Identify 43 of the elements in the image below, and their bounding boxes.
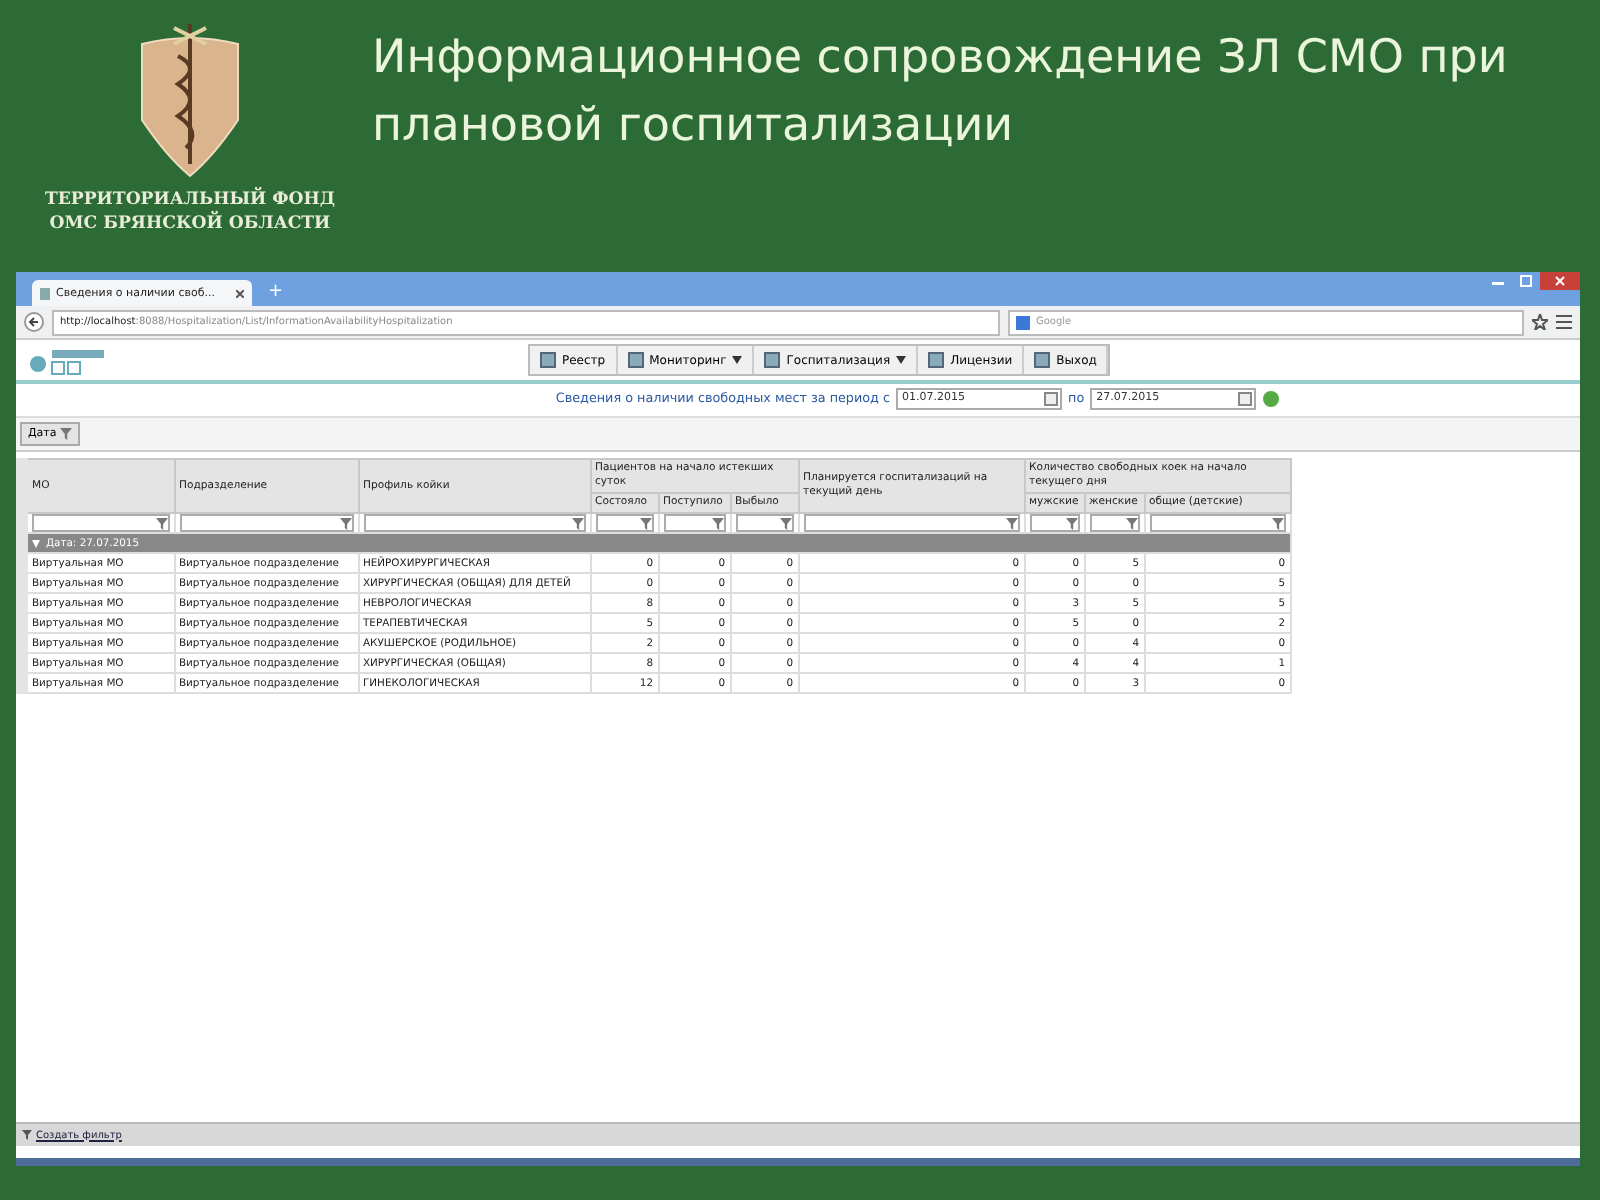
calendar-icon[interactable]: [1044, 391, 1059, 405]
back-icon[interactable]: [24, 312, 44, 332]
slide-title: Информационное сопровождение ЗЛ СМО при плановой госпитализации: [372, 30, 1510, 156]
filter-icon[interactable]: [639, 517, 651, 529]
page-icon: [40, 287, 50, 299]
filter-icon[interactable]: [1065, 517, 1078, 529]
filter-field[interactable]: [595, 515, 653, 531]
search-engine-icon: [1016, 315, 1030, 329]
menu-item-icon: [928, 352, 945, 368]
menu-item-icon: [1034, 352, 1051, 368]
filter-field[interactable]: [32, 515, 169, 531]
filter-field[interactable]: [1149, 515, 1286, 531]
filter-field[interactable]: [663, 515, 725, 531]
organization-name: ТЕРРИТОРИАЛЬНЫЙ ФОНД ОМС БРЯНСКОЙ ОБЛАСТИ: [44, 188, 336, 236]
close-icon[interactable]: [1540, 272, 1580, 290]
filter-field[interactable]: [363, 515, 585, 531]
caret-icon: [896, 356, 907, 364]
filter-field[interactable]: [1029, 515, 1080, 531]
close-icon[interactable]: [236, 289, 244, 297]
caret-icon: [732, 356, 743, 364]
filter-field[interactable]: [803, 515, 1020, 531]
app-logo-icon: [28, 345, 108, 375]
filter-icon[interactable]: [571, 517, 583, 529]
collapse-icon[interactable]: [32, 539, 40, 547]
menu-item-icon: [764, 352, 781, 368]
filter-icon[interactable]: [155, 517, 167, 529]
filter-icon[interactable]: [339, 517, 351, 529]
star-icon[interactable]: [1532, 314, 1548, 330]
filter-icon[interactable]: [60, 428, 73, 440]
menu-icon[interactable]: [1556, 314, 1572, 330]
filter-icon[interactable]: [1271, 517, 1284, 529]
filter-icon[interactable]: [711, 517, 723, 529]
filter-field[interactable]: [179, 515, 353, 531]
filter-icon[interactable]: [1005, 517, 1018, 529]
menu-item-icon: [627, 352, 644, 368]
filter-field[interactable]: [735, 515, 794, 531]
refresh-icon[interactable]: [1262, 389, 1281, 407]
calendar-icon[interactable]: [1238, 391, 1253, 405]
filter-icon: [22, 1130, 32, 1140]
filter-icon[interactable]: [1125, 517, 1138, 529]
filter-field[interactable]: [1089, 515, 1140, 531]
filter-icon[interactable]: [779, 517, 792, 529]
menu-item-icon: [540, 352, 556, 368]
